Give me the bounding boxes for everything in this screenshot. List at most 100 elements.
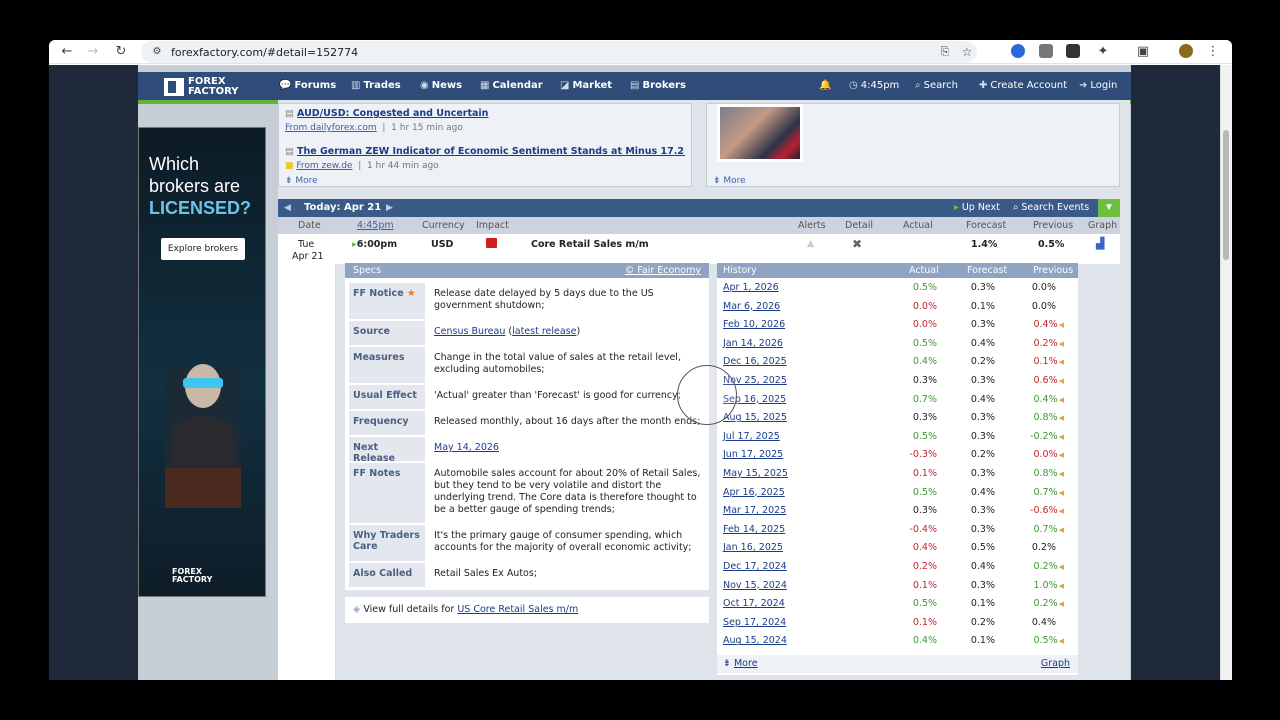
news-title[interactable]: AUD/USD: Congested and Uncertain: [297, 108, 488, 119]
notifications-bell-icon[interactable]: 🔔: [819, 80, 831, 91]
revision-icon: ◀: [1058, 581, 1064, 590]
extension-icon-3[interactable]: [1066, 44, 1080, 58]
page-scrollbar[interactable]: [1220, 65, 1232, 680]
broker-ad-banner[interactable]: Which brokers are LICENSED? Explore brok…: [138, 127, 266, 597]
install-icon[interactable]: ⎘: [937, 44, 953, 60]
up-next-button[interactable]: ▸ Up Next: [954, 202, 1000, 213]
history-date-link[interactable]: Dec 16, 2025: [723, 356, 787, 367]
history-date-link[interactable]: Aug 15, 2024: [723, 635, 787, 646]
nav-calendar[interactable]: ▦ Calendar: [480, 80, 543, 91]
prev-day-icon[interactable]: ◀: [284, 202, 291, 213]
history-date-link[interactable]: Mar 17, 2025: [723, 505, 786, 516]
history-forecast: 0.3%: [970, 282, 995, 293]
history-date-link[interactable]: Apr 1, 2026: [723, 282, 779, 293]
history-date-link[interactable]: Dec 17, 2024: [723, 561, 787, 572]
scrollbar-thumb[interactable]: [1223, 130, 1229, 260]
forward-icon[interactable]: →: [85, 44, 101, 60]
history-date-link[interactable]: Oct 17, 2024: [723, 598, 785, 609]
tab-search-icon[interactable]: ▣: [1135, 44, 1151, 60]
site-logo[interactable]: FOREX FACTORY: [164, 75, 238, 99]
search-events-button[interactable]: ⌕ Search Events: [1013, 202, 1089, 213]
star-icon: ★: [406, 288, 416, 299]
pictures-more-link[interactable]: ⇟ More: [713, 176, 746, 186]
history-previous: 0.8%◀: [1033, 468, 1064, 479]
col-time[interactable]: 4:45pm: [357, 220, 394, 231]
news-source-link[interactable]: From zew.de: [296, 161, 352, 171]
history-actual: 0.4%: [912, 635, 937, 647]
extensions-puzzle-icon[interactable]: ✦: [1095, 44, 1111, 60]
event-name[interactable]: Core Retail Sales m/m: [531, 239, 649, 250]
next-release-link[interactable]: May 14, 2026: [434, 442, 499, 453]
history-date-link[interactable]: Feb 10, 2026: [723, 319, 785, 330]
full-details-link[interactable]: US Core Retail Sales m/m: [457, 604, 578, 615]
history-previous: 0.2%◀: [1033, 598, 1064, 610]
bookmark-star-icon[interactable]: ☆: [959, 44, 975, 60]
history-actual: 0.5%: [912, 486, 937, 498]
history-row: Nov 15, 2024 0.1% 0.3% 1.0%◀: [717, 576, 1078, 595]
close-detail-icon[interactable]: ✖: [852, 237, 862, 251]
site-info-icon[interactable]: ⚙: [149, 44, 165, 60]
next-day-icon[interactable]: ▶: [386, 202, 393, 213]
history-date-link[interactable]: Sep 17, 2024: [723, 617, 786, 628]
history-date-link[interactable]: Aug 15, 2025: [723, 412, 787, 423]
nav-news[interactable]: ◉ News: [420, 80, 462, 91]
news-item[interactable]: ▤ The German ZEW Indicator of Economic S…: [285, 146, 685, 157]
calendar-today[interactable]: Today: Apr 21: [304, 202, 381, 213]
history-row: Feb 10, 2026 0.0% 0.3% 0.4%◀: [717, 315, 1078, 334]
history-date-link[interactable]: Jan 14, 2026: [723, 338, 783, 349]
alert-bell-icon[interactable]: ▲: [807, 238, 814, 249]
latest-release-link[interactable]: latest release: [512, 326, 576, 337]
news-title[interactable]: The German ZEW Indicator of Economic Sen…: [297, 146, 685, 157]
nav-search[interactable]: ⌕ Search: [915, 80, 958, 91]
news-photo[interactable]: [717, 104, 803, 162]
history-date-link[interactable]: Jun 17, 2025: [723, 449, 783, 460]
spec-label: FF Notice ★: [349, 283, 425, 319]
history-row: Apr 16, 2025 0.5% 0.4% 0.7%◀: [717, 483, 1078, 502]
col-impact: Impact: [476, 220, 509, 231]
revision-icon: ◀: [1058, 358, 1064, 367]
fair-economy-link[interactable]: © Fair Economy: [625, 265, 701, 276]
history-actual: 0.5%: [912, 598, 937, 610]
history-more-link[interactable]: ⇟ More: [723, 658, 758, 669]
event-row[interactable]: Tue Apr 21 ▸6:00pm USD Core Retail Sales…: [278, 234, 1120, 264]
graph-icon[interactable]: ▟: [1096, 237, 1104, 250]
reload-icon[interactable]: ↻: [113, 44, 129, 60]
menu-kebab-icon[interactable]: ⋮: [1205, 44, 1221, 60]
history-date-link[interactable]: May 15, 2025: [723, 468, 788, 479]
filter-icon[interactable]: ▼: [1098, 199, 1120, 217]
nav-create-account[interactable]: ✚ Create Account: [979, 80, 1067, 91]
history-date-link[interactable]: Feb 14, 2025: [723, 524, 785, 535]
history-graph-link[interactable]: Graph: [1041, 658, 1070, 669]
history-actual: 0.3%: [912, 375, 937, 386]
nav-forums[interactable]: 💬 Forums: [279, 80, 336, 91]
explore-brokers-button[interactable]: Explore brokers: [161, 238, 245, 260]
profile-avatar[interactable]: [1179, 44, 1193, 58]
col-currency: Currency: [422, 220, 465, 231]
nav-clock[interactable]: ◷ 4:45pm: [849, 80, 899, 91]
history-row: Apr 1, 2026 0.5% 0.3% 0.0%: [717, 278, 1078, 297]
history-date-link[interactable]: Jul 17, 2025: [723, 431, 780, 442]
extension-icon-2[interactable]: [1039, 44, 1053, 58]
spec-row: Next Release May 14, 2026: [345, 437, 709, 464]
history-date-link[interactable]: Apr 16, 2025: [723, 487, 785, 498]
address-bar[interactable]: ⚙ forexfactory.com/#detail=152774 ⎘ ☆: [141, 41, 977, 63]
nav-market[interactable]: ◪ Market: [560, 80, 612, 91]
back-icon[interactable]: ←: [59, 44, 75, 60]
revision-icon: ◀: [1058, 451, 1064, 460]
history-date-link[interactable]: Mar 6, 2026: [723, 301, 780, 312]
history-date-link[interactable]: Jan 16, 2025: [723, 542, 783, 553]
revision-icon: ◀: [1058, 377, 1064, 385]
news-source-link[interactable]: From dailyforex.com: [285, 123, 377, 133]
extension-icon-1[interactable]: [1011, 44, 1025, 58]
spec-label: Source: [349, 321, 425, 345]
nav-trades[interactable]: ▥ Trades: [351, 80, 401, 91]
nav-login[interactable]: ➜ Login: [1079, 80, 1117, 91]
nav-brokers[interactable]: ▤ Brokers: [630, 80, 686, 91]
history-previous: 0.2%: [1031, 542, 1056, 554]
specs-header: Specs © Fair Economy: [345, 263, 709, 278]
history-date-link[interactable]: Nov 15, 2024: [723, 580, 787, 591]
news-more-link[interactable]: ⇟ More: [285, 176, 318, 186]
news-item[interactable]: ▤ AUD/USD: Congested and Uncertain: [285, 108, 488, 119]
article-icon: ▤: [285, 108, 294, 119]
census-bureau-link[interactable]: Census Bureau: [434, 326, 505, 337]
